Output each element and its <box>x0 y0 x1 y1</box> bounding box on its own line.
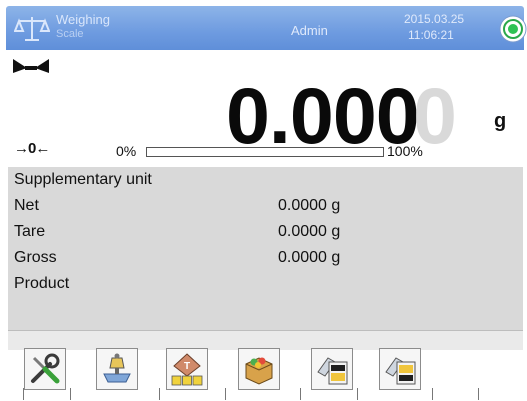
toolbar-divider <box>300 388 301 400</box>
tare-button[interactable]: T <box>166 348 208 390</box>
info-label-net: Net <box>14 197 39 214</box>
print-header-icon <box>317 357 348 385</box>
product-box-icon <box>245 357 273 385</box>
mode-subtitle: Scale <box>56 28 84 40</box>
info-label-product: Product <box>14 275 70 292</box>
toolbar-divider <box>357 388 358 400</box>
info-value-net: 0.0000 g <box>278 197 341 214</box>
power-icon[interactable] <box>499 15 527 43</box>
time-label: 11:06:21 <box>408 28 454 42</box>
print-footer-icon <box>385 357 416 385</box>
date-label: 2015.03.25 <box>404 12 465 26</box>
tare-keypad-icon: T <box>171 353 203 386</box>
info-value-gross: 0.0000 g <box>278 249 341 266</box>
logged-user[interactable]: Admin <box>291 23 328 38</box>
info-value-tare: 0.0000 g <box>278 223 341 240</box>
info-label-tare: Tare <box>14 223 46 240</box>
header-bar: Weighing Scale Admin 2015.03.25 11:06:21 <box>6 6 527 50</box>
weight-unit[interactable]: g <box>494 110 506 133</box>
info-label-gross: Gross <box>14 249 57 266</box>
tools-wrench-screwdriver-icon <box>31 353 60 384</box>
toolbar-divider <box>70 388 71 400</box>
bargraph-max-label: 100% <box>387 143 423 159</box>
toolbar-divider <box>225 388 226 400</box>
settings-button[interactable] <box>24 348 66 390</box>
load-bargraph <box>146 147 384 157</box>
weight-on-scale-icon <box>103 353 131 383</box>
info-panel: Supplementary unit Net 0.0000 g Tare 0.0… <box>8 167 523 330</box>
scale-logo-icon[interactable] <box>14 14 50 44</box>
stability-marker-icon <box>13 59 49 73</box>
svg-text:T: T <box>184 361 190 372</box>
toolbar-divider <box>478 388 479 400</box>
info-label-supplementary-unit: Supplementary unit <box>14 171 152 188</box>
scale-terminal-screen: Weighing Scale Admin 2015.03.25 11:06:21… <box>0 0 527 401</box>
zero-indicator: →0← <box>14 140 50 157</box>
toolbar-divider <box>159 388 160 400</box>
footer-printout-button[interactable] <box>379 348 421 390</box>
toolbar-divider <box>432 388 433 400</box>
weighing-mode-button[interactable] <box>96 348 138 390</box>
bargraph-min-label: 0% <box>116 143 137 159</box>
product-button[interactable] <box>238 348 280 390</box>
mode-title: Weighing <box>56 12 110 27</box>
header-printout-button[interactable] <box>311 348 353 390</box>
